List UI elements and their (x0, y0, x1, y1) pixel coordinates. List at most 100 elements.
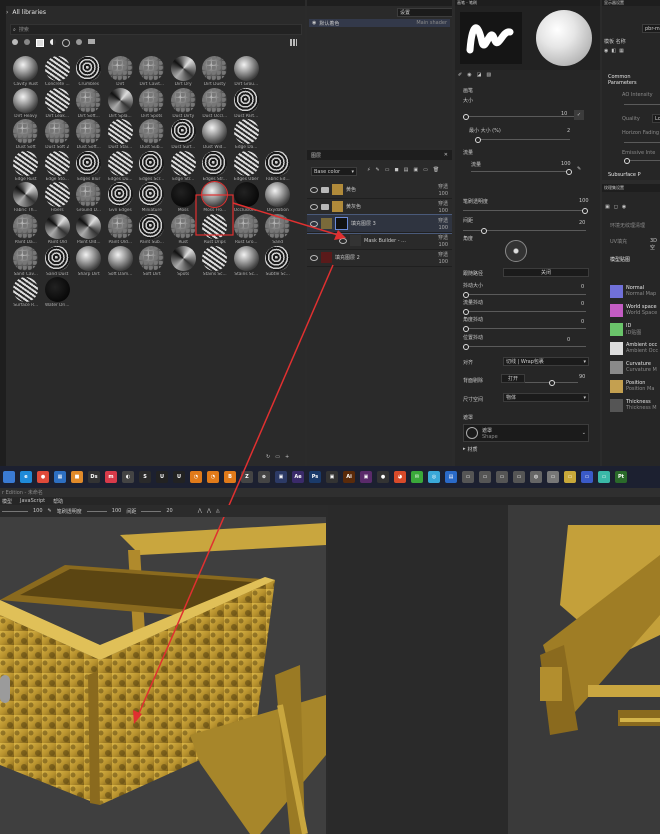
library-item[interactable]: Dust Surf... (168, 119, 200, 151)
library-item[interactable]: Dust Wid... (199, 119, 231, 151)
alpha-slot[interactable]: 遮罩 Shape ⌄ (463, 424, 589, 442)
quality-dropdown[interactable]: Lo (652, 114, 660, 123)
taskbar-app-icon[interactable]: ▣ (275, 471, 287, 483)
brush-tab-icon[interactable]: ✐ (458, 72, 462, 78)
taskbar-app-icon[interactable]: ▭ (496, 471, 508, 483)
layer-blend-mode[interactable]: 穿透 (438, 183, 448, 190)
mode-dropdown[interactable]: pbr-m (642, 24, 660, 33)
taskbar-app-icon[interactable]: U (173, 471, 185, 483)
library-item[interactable]: Fabric Th... (10, 182, 42, 214)
library-item[interactable]: Edges Blur (73, 150, 105, 183)
taskbar-app-icon[interactable]: e (20, 471, 32, 483)
folder-icon[interactable]: ▭ (423, 167, 428, 173)
library-item[interactable]: Dirt Dry (168, 56, 200, 88)
layer-row[interactable]: 黄灰色 穿透 100 (307, 198, 452, 216)
taskbar-app-icon[interactable] (3, 471, 15, 483)
pen-pressure-icon[interactable]: ✓ (574, 110, 584, 120)
layer-opacity[interactable]: 100 (438, 225, 448, 231)
library-item[interactable]: Spots (168, 245, 200, 278)
library-item[interactable]: Sand Cav... (10, 245, 42, 278)
layer-opacity[interactable]: 100 (438, 259, 448, 265)
emissive-slider[interactable] (624, 157, 660, 164)
library-item[interactable]: Crumbles (73, 56, 105, 88)
layer-opacity[interactable]: 100 (438, 191, 448, 197)
grid-view-icon[interactable] (290, 39, 297, 46)
taskbar-app-icon[interactable]: ▦ (54, 471, 66, 483)
layer-blend-mode[interactable]: 穿透 (438, 217, 448, 224)
opacity-slider[interactable] (463, 207, 588, 214)
refresh-icon[interactable]: ↻ (266, 454, 270, 460)
jitter-flow-slider[interactable] (463, 308, 586, 315)
taskbar-app-icon[interactable]: Ai (343, 471, 355, 483)
effect-icon[interactable]: ⚡ (367, 167, 371, 173)
size-slider-mini[interactable] (2, 510, 28, 512)
library-item[interactable]: Concrete ... (42, 56, 74, 88)
fill-layer-icon[interactable]: ▣ (413, 167, 418, 173)
library-item[interactable]: Edges Uber (231, 150, 263, 183)
library-item[interactable]: Moss (168, 182, 200, 214)
library-item[interactable]: Occlusion... (231, 182, 263, 214)
taskbar-app-icon[interactable]: Ds (88, 471, 100, 483)
library-item[interactable]: Dust Dirty (168, 87, 200, 120)
filter-smart-icon[interactable] (24, 39, 30, 45)
library-item[interactable]: Dust Stai... (105, 119, 137, 151)
layer-row[interactable]: Mask Builder - ... 穿透 100 (307, 232, 452, 250)
shader-dropdown[interactable]: 设置 (397, 8, 452, 17)
taskbar-app-icon[interactable]: ▣ (360, 471, 372, 483)
camera-icon[interactable]: ◧ (611, 48, 616, 54)
library-item[interactable]: Paint Da... (10, 213, 42, 246)
taskbar-app-icon[interactable]: S (139, 471, 151, 483)
angle-dial[interactable] (505, 240, 527, 262)
visibility-eye-icon[interactable] (310, 220, 318, 227)
layer-row[interactable]: 黄色 穿透 100 (307, 181, 452, 199)
library-item[interactable]: Sand (262, 213, 294, 246)
symmetry-icon[interactable]: ⋀ (198, 508, 202, 514)
trash-icon[interactable]: 🗑 (433, 167, 439, 173)
taskbar-app-icon[interactable]: ⊗ (258, 471, 270, 483)
taskbar-app-icon[interactable]: Ps (309, 471, 321, 483)
stencil-tab-icon[interactable]: ▨ (486, 72, 491, 78)
library-item[interactable]: Moss Fro... (199, 181, 231, 214)
taskbar-app-icon[interactable]: ● (377, 471, 389, 483)
library-item[interactable]: Ground D... (73, 182, 105, 214)
filter-filter-icon[interactable] (76, 39, 82, 45)
uv-icon[interactable]: ◻ (614, 204, 618, 210)
library-item[interactable]: Dirt (105, 56, 137, 88)
taskbar-app-icon[interactable]: ◍ (530, 471, 542, 483)
library-item[interactable]: Edge Sto... (42, 150, 74, 183)
layer-blend-mode[interactable]: 穿透 (438, 234, 448, 241)
library-item[interactable]: Dust Sub... (136, 119, 168, 151)
taskbar-app-icon[interactable]: ◐ (122, 471, 134, 483)
taskbar-app-icon[interactable]: ◔ (207, 471, 219, 483)
library-item[interactable]: Rust (168, 213, 200, 246)
blend-channel-dropdown[interactable]: Base color ▾ (311, 167, 357, 176)
library-item[interactable]: Dust Part... (231, 87, 263, 120)
material-tab-icon[interactable]: ◉ (467, 72, 471, 78)
mask-icon[interactable]: ◼ (394, 167, 398, 173)
visibility-eye-icon[interactable] (310, 186, 318, 193)
bake-icon[interactable]: ◉ (622, 204, 626, 210)
spacing-slider-mini[interactable] (141, 510, 162, 512)
flow-slider[interactable] (471, 168, 572, 175)
library-item[interactable]: Dirt Dusty (199, 56, 231, 88)
library-item[interactable]: Rust Drips (199, 213, 231, 246)
library-item[interactable]: Cavity Rust (10, 56, 42, 88)
taskbar-app-icon[interactable]: ▣ (326, 471, 338, 483)
library-item[interactable]: Edges Scr... (136, 150, 168, 183)
grid-icon[interactable]: ▦ (619, 48, 624, 54)
library-item[interactable]: Dirt Spla... (105, 87, 137, 120)
filter-material-icon[interactable] (36, 39, 44, 47)
alignment-dropdown[interactable]: 切线 | Wrap包裹 ▾ (503, 357, 589, 366)
close-icon[interactable]: ✕ (444, 152, 448, 158)
viewport-3d[interactable]: 材质 ▾ (0, 505, 326, 834)
visibility-eye-icon[interactable] (339, 237, 347, 244)
folder-icon[interactable]: ▭ (275, 454, 280, 460)
library-item[interactable]: Sand Dust (42, 245, 74, 278)
environment-icon[interactable]: ◉ (604, 48, 608, 54)
taskbar-app-icon[interactable]: ▭ (581, 471, 593, 483)
mesh-map-item[interactable]: Curvature Curvature M (610, 358, 660, 376)
taskbar-app-icon[interactable]: Z (241, 471, 253, 483)
library-item[interactable]: Dust Soft... (73, 119, 105, 151)
library-item[interactable]: Edges Str... (199, 150, 231, 183)
library-item[interactable]: Dirt Heavy (10, 87, 42, 120)
